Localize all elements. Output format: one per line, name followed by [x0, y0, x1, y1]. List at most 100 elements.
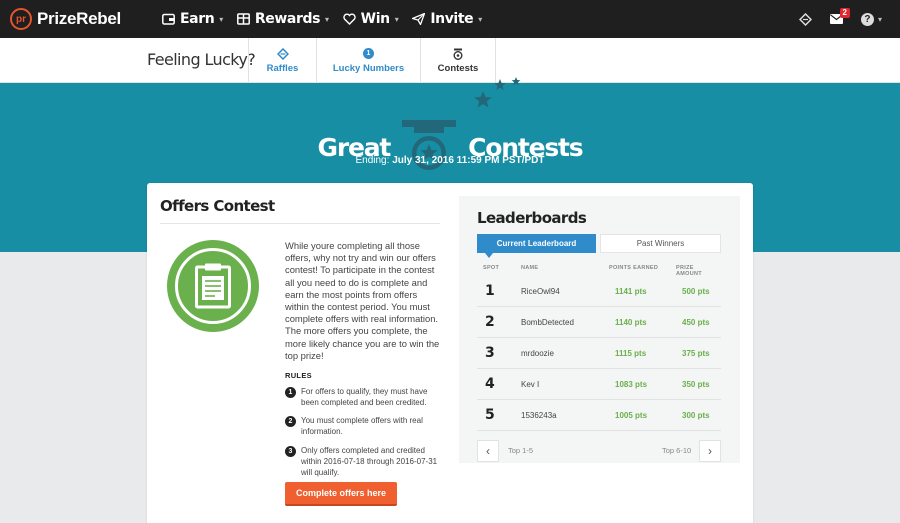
mail-count-badge: 2: [839, 8, 850, 18]
tab-raffles[interactable]: Raffles: [248, 38, 316, 83]
nav-rewards-label: Rewards: [254, 11, 321, 27]
top-navbar: pr PrizeRebel Earn ▾ Rewards ▾ Win ▾ Inv…: [0, 0, 900, 38]
nav-rewards[interactable]: Rewards ▾: [236, 11, 329, 27]
next-page-button[interactable]: ›: [699, 440, 721, 462]
logo-text: PrizeRebel: [37, 9, 121, 28]
clipboard-badge: [167, 240, 259, 332]
main-menu: Earn ▾ Rewards ▾ Win ▾ Invite ▾: [162, 0, 496, 38]
prev-page-button[interactable]: ‹: [477, 440, 499, 462]
nav-invite-label: Invite: [430, 11, 474, 27]
rule-number: 1: [285, 387, 296, 398]
tab-raffles-label: Raffles: [266, 62, 299, 74]
leaderboard-title: Leaderboards: [477, 209, 587, 227]
subnav-tabs: Raffles 1 Lucky Numbers Contests: [248, 38, 496, 83]
paper-plane-icon: [412, 13, 426, 25]
title-divider: [160, 223, 440, 224]
table-row: 4 Kev I 1083 pts 350 pts: [477, 369, 721, 400]
contest-title: Offers Contest: [160, 197, 275, 215]
prize-amount: 500 pts: [682, 287, 710, 296]
number-badge-icon: 1: [363, 48, 374, 59]
prize-amount: 300 pts: [682, 411, 710, 420]
section-heading: Feeling Lucky?: [147, 50, 256, 69]
prize-amount: 350 pts: [682, 380, 710, 389]
chevron-left-icon: ‹: [486, 444, 490, 458]
player-name: RiceOwl94: [521, 287, 560, 296]
col-points: POINTS EARNED: [609, 265, 659, 271]
chevron-down-icon: ▾: [325, 14, 329, 24]
tab-current-leaderboard[interactable]: Current Leaderboard: [477, 234, 596, 258]
points-earned: 1140 pts: [615, 318, 647, 327]
ticket-nav-button[interactable]: [798, 12, 812, 26]
spot: 5: [485, 407, 495, 423]
nav-win-label: Win: [360, 11, 390, 27]
player-name: 1536243a: [521, 411, 557, 420]
spot: 1: [485, 283, 495, 299]
rule-number: 3: [285, 446, 296, 457]
help-icon: ?: [860, 12, 874, 26]
col-spot: SPOT: [483, 265, 500, 271]
leaderboard-pager: ‹ Top 1-5 Top 6-10 ›: [477, 440, 721, 464]
table-row: 5 1536243a 1005 pts 300 pts: [477, 400, 721, 431]
spot: 4: [485, 376, 495, 392]
sub-navbar: Feeling Lucky? Raffles 1 Lucky Numbers C…: [0, 38, 900, 83]
rule-number: 2: [285, 416, 296, 427]
spot: 2: [485, 314, 495, 330]
tab-lucky-numbers-label: Lucky Numbers: [332, 62, 405, 74]
player-name: BombDetected: [521, 318, 574, 327]
chevron-down-icon: ▾: [394, 14, 399, 24]
spot: 3: [485, 345, 495, 361]
clipboard-ring: [175, 248, 251, 324]
player-name: Kev I: [521, 380, 540, 389]
chevron-down-icon: ▾: [877, 14, 882, 24]
complete-offers-button[interactable]: Complete offers here: [285, 482, 397, 506]
chevron-down-icon: ▾: [478, 14, 482, 24]
leaderboard-tabs: Current Leaderboard Past Winners: [477, 234, 721, 258]
rule-item: 3 Only offers completed and credited wit…: [285, 445, 445, 478]
tab-lucky-numbers[interactable]: 1 Lucky Numbers: [316, 38, 420, 83]
help-menu-button[interactable]: ? ▾: [860, 12, 882, 26]
tab-contests-label: Contests: [437, 62, 479, 74]
points-earned: 1141 pts: [615, 287, 647, 296]
rule-text: For offers to qualify, they must have be…: [301, 387, 428, 407]
contest-end-date: Ending: July 31, 2016 11:59 PM PST/PDT: [0, 155, 900, 166]
points-earned: 1005 pts: [615, 411, 648, 420]
clipboard-icon: [195, 263, 231, 309]
leaderboard-header: SPOT NAME POINTS EARNED PRIZE AMOUNT: [477, 265, 721, 277]
gift-icon: [236, 13, 250, 25]
chevron-down-icon: ▾: [219, 14, 223, 24]
stars-decoration-icon: [474, 77, 521, 108]
contest-card: Offers Contest While youre completing al…: [147, 183, 753, 523]
table-row: 3 mrdoozie 1115 pts 375 pts: [477, 338, 721, 369]
table-row: 1 RiceOwl94 1141 pts 500 pts: [477, 276, 721, 307]
ending-value: July 31, 2016 11:59 PM PST/PDT: [392, 155, 545, 166]
ticket-icon: [798, 12, 812, 26]
player-name: mrdoozie: [521, 349, 554, 358]
ticket-icon: [276, 47, 289, 60]
rule-text: Only offers completed and credited withi…: [301, 446, 438, 477]
wallet-icon: [162, 13, 175, 25]
nav-win[interactable]: Win ▾: [342, 11, 399, 27]
nav-right-icons: 2 ? ▾: [781, 0, 882, 38]
nav-earn-label: Earn: [180, 11, 215, 27]
col-name: NAME: [521, 265, 539, 271]
heart-icon: [342, 13, 356, 25]
leaderboard-panel: Leaderboards Current Leaderboard Past Wi…: [459, 196, 740, 463]
rule-item: 2 You must complete offers with real inf…: [285, 415, 445, 437]
next-page-label: Top 6-10: [662, 446, 692, 455]
medal-icon: [453, 48, 463, 60]
tab-past-winners[interactable]: Past Winners: [600, 234, 721, 253]
mail-button[interactable]: 2: [829, 8, 850, 24]
chevron-right-icon: ›: [708, 444, 712, 458]
prize-amount: 375 pts: [682, 349, 710, 358]
nav-earn[interactable]: Earn ▾: [162, 11, 223, 27]
logo-badge-icon: pr: [10, 8, 32, 30]
contest-description: While youre completing all those offers,…: [285, 240, 440, 361]
rules-heading: RULES: [285, 371, 312, 380]
nav-invite[interactable]: Invite ▾: [412, 11, 482, 27]
prizerebel-logo[interactable]: pr PrizeRebel: [10, 8, 121, 30]
prev-page-label: Top 1-5: [508, 446, 534, 455]
points-earned: 1083 pts: [615, 380, 648, 389]
ending-label: Ending:: [355, 155, 390, 166]
rule-item: 1 For offers to qualify, they must have …: [285, 386, 445, 408]
points-earned: 1115 pts: [615, 349, 647, 358]
